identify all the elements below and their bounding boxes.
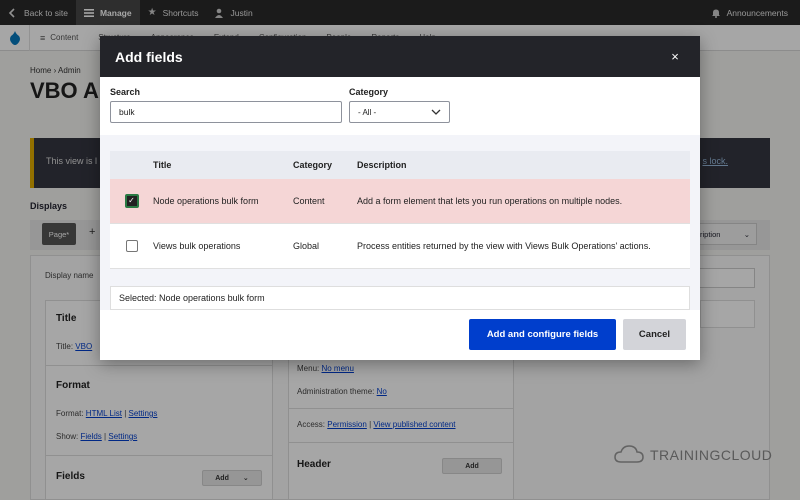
chevron-down-icon: [431, 109, 441, 115]
column-header-category: Category: [293, 160, 333, 170]
column-header-description: Description: [357, 160, 407, 170]
row-category: Content: [293, 196, 325, 206]
row-title: Views bulk operations: [153, 241, 241, 251]
column-header-title: Title: [153, 160, 172, 170]
row-category: Global: [293, 241, 320, 251]
row-description: Add a form element that lets you run ope…: [357, 196, 623, 206]
dialog-header: Add fields ×: [100, 36, 700, 77]
table-row[interactable]: ✓ Node operations bulk form Content Add …: [110, 179, 690, 224]
table-header: Title Category Description: [110, 151, 690, 179]
category-select-value: - All -: [358, 107, 377, 117]
dialog-title: Add fields: [115, 48, 183, 65]
row-checkbox[interactable]: [125, 240, 138, 252]
row-checkbox-cell: [110, 240, 153, 252]
row-checkbox[interactable]: ✓: [124, 194, 139, 208]
add-and-configure-fields-button[interactable]: Add and configure fields: [469, 319, 616, 350]
checkmark-icon: ✓: [126, 196, 137, 206]
selected-summary: Selected: Node operations bulk form: [110, 286, 690, 310]
fields-table: Title Category Description ✓ Node operat…: [110, 151, 690, 269]
search-label: Search: [110, 87, 141, 97]
cancel-button[interactable]: Cancel: [623, 319, 686, 350]
dialog-footer: Add and configure fields Cancel: [100, 310, 700, 360]
close-icon[interactable]: ×: [667, 49, 683, 65]
search-input[interactable]: [110, 101, 342, 123]
row-checkbox-cell: ✓: [110, 194, 153, 208]
row-title: Node operations bulk form: [153, 196, 259, 206]
category-select[interactable]: - All -: [349, 101, 450, 123]
fields-list-area: Title Category Description ✓ Node operat…: [100, 135, 700, 310]
row-description: Process entities returned by the view wi…: [357, 241, 651, 251]
category-label: Category: [349, 87, 389, 97]
table-row[interactable]: Views bulk operations Global Process ent…: [110, 224, 690, 269]
add-fields-dialog: Add fields × Search Category - All - Tit…: [100, 36, 700, 360]
